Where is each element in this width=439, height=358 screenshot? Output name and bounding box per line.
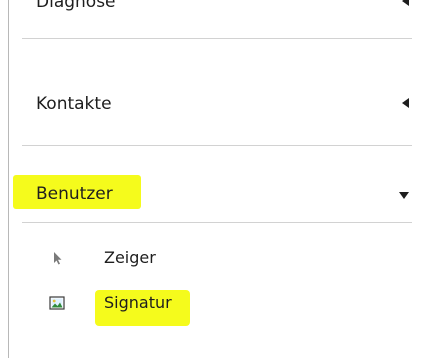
tool-label-zeiger: Zeiger xyxy=(104,248,156,267)
section-header-diagnose[interactable]: Diagnose xyxy=(22,0,422,20)
section-separator xyxy=(22,222,412,223)
tool-item-zeiger[interactable]: Zeiger xyxy=(40,244,260,272)
section-separator xyxy=(22,145,412,146)
section-header-kontakte[interactable]: Kontakte xyxy=(22,88,422,122)
pointer-arrow-icon xyxy=(54,252,62,265)
section-label-diagnose: Diagnose xyxy=(36,0,116,12)
tool-item-signatur[interactable]: Signatur xyxy=(40,289,260,317)
collapsed-left-arrow-icon xyxy=(402,98,409,108)
tool-label-signatur: Signatur xyxy=(104,293,172,312)
expanded-down-arrow-icon xyxy=(399,192,409,199)
section-header-benutzer[interactable]: Benutzer xyxy=(22,178,422,212)
section-separator xyxy=(22,38,412,39)
image-icon xyxy=(49,296,65,310)
collapsed-left-arrow-icon xyxy=(402,0,409,6)
section-label-benutzer: Benutzer xyxy=(36,184,113,204)
section-label-kontakte: Kontakte xyxy=(36,94,112,114)
panel-left-border xyxy=(8,0,9,358)
